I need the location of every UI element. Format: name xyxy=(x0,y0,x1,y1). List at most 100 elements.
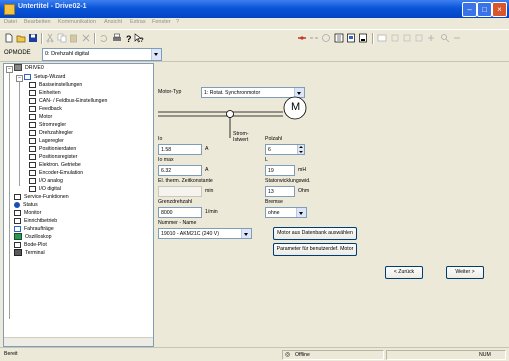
iomax-label: Io max xyxy=(158,157,174,163)
cut-icon[interactable] xyxy=(45,33,55,43)
tree-item-fahrauftraege[interactable]: Fahraufträge xyxy=(14,225,54,233)
drive-icon-1[interactable] xyxy=(390,33,400,43)
menu-ansicht[interactable]: Ansicht xyxy=(104,19,122,25)
grenzdrehzahl-unit: 1/min xyxy=(205,209,218,215)
page-icon xyxy=(29,137,36,144)
tree-item-can-feldbus[interactable]: CAN- / Feldbus-Einstellungen xyxy=(29,97,107,105)
tree-item-positionsregister[interactable]: Positionsregister xyxy=(29,153,77,161)
page-icon xyxy=(14,241,21,248)
drive-icon-3[interactable] xyxy=(414,33,424,43)
io-label: Io xyxy=(158,136,163,142)
grenzdrehzahl-label: Grenzdrehzahl xyxy=(158,199,193,205)
menu-fenster[interactable]: Fenster xyxy=(152,19,171,25)
search-drive-icon[interactable] xyxy=(440,33,450,43)
tree-item-encoder-emulation[interactable]: Encoder-Emulation xyxy=(29,169,83,177)
tree-item-lageregler[interactable]: Lageregler xyxy=(29,137,64,145)
stop-icon[interactable] xyxy=(321,33,331,43)
new-file-icon[interactable] xyxy=(4,33,14,43)
maximize-button[interactable]: □ xyxy=(477,2,492,17)
menu-datei[interactable]: Datei xyxy=(4,19,17,25)
tree-item-io-analog[interactable]: I/O analog xyxy=(29,177,63,185)
menu-bearbeiten[interactable]: Bearbeiten xyxy=(24,19,51,25)
tree-item-stromregler[interactable]: Stromregler xyxy=(29,121,66,129)
page-icon xyxy=(29,185,36,192)
tree-item-einrichtbetrieb[interactable]: Einrichtbetrieb xyxy=(14,217,57,225)
remove-drive-icon[interactable] xyxy=(452,33,462,43)
tree-item-positionierdaten[interactable]: Positionierdaten xyxy=(29,145,76,153)
chevron-down-icon[interactable] xyxy=(296,208,306,217)
tree-item-status[interactable]: Status xyxy=(14,201,38,209)
copy-icon[interactable] xyxy=(57,33,67,43)
tree-item-service-funktionen[interactable]: Service-Funktionen xyxy=(14,193,69,201)
motor-from-database-button[interactable]: Motor aus Datenbank auswählen xyxy=(273,227,357,240)
tree-item-einheiten[interactable]: Einheiten xyxy=(29,89,61,97)
menu-kommunikation[interactable]: Kommunikation xyxy=(58,19,96,25)
el-therm-field[interactable] xyxy=(158,186,202,197)
el-therm-unit: min xyxy=(205,188,214,194)
connect-icon[interactable] xyxy=(297,33,307,43)
open-folder-icon[interactable] xyxy=(16,33,26,43)
io-value: 1.58 xyxy=(161,146,172,153)
chevron-down-icon[interactable] xyxy=(241,229,251,238)
collapse-wizard-icon[interactable]: − xyxy=(16,75,23,82)
stator-unit: Ohm xyxy=(298,188,310,194)
tree-item-drehzahlregler[interactable]: Drehzahlregler xyxy=(29,129,73,137)
tree-item-feedback[interactable]: Feedback xyxy=(29,105,62,113)
tree-item-basiseinstellungen[interactable]: Basiseinstellungen xyxy=(29,81,82,89)
opmode-label: OPMODE xyxy=(4,50,31,56)
paste-icon[interactable] xyxy=(69,33,79,43)
undo-icon[interactable] xyxy=(98,33,108,43)
stator-field[interactable]: 13 xyxy=(265,186,295,197)
opmode-select[interactable]: 0: Drehzahl digital xyxy=(42,48,162,61)
custom-motor-parameters-button[interactable]: Parameter für benutzerdef. Motor xyxy=(273,243,357,256)
context-help-icon[interactable]: ? xyxy=(134,33,144,43)
help-icon[interactable]: ? xyxy=(124,33,134,43)
tree-item-oszilloskop[interactable]: Oszilloskop xyxy=(14,233,52,241)
page-icon xyxy=(29,169,36,176)
tree-item-bode-plot[interactable]: Bode-Plot xyxy=(14,241,47,249)
tree-item-elektron-getriebe[interactable]: Elektron. Getriebe xyxy=(29,161,81,169)
polzahl-value: 6 xyxy=(268,146,271,153)
save-icon[interactable] xyxy=(28,33,38,43)
delete-icon[interactable] xyxy=(81,33,91,43)
disconnect-icon[interactable] xyxy=(309,33,319,43)
stator-label: Statorwicklungswid. xyxy=(265,178,311,184)
io-field[interactable]: 1.58 xyxy=(158,144,202,155)
network-icon[interactable] xyxy=(377,33,387,43)
window-title: Untertitel - Drive02-1 xyxy=(18,3,87,10)
connection-icon: ◎ xyxy=(285,352,291,358)
toolbar: ? ? xyxy=(0,29,509,48)
parameter-list-icon[interactable] xyxy=(334,33,344,43)
tree-item-motor[interactable]: Motor xyxy=(29,113,52,121)
polzahl-field[interactable]: 6 xyxy=(265,144,305,155)
minimize-button[interactable]: – xyxy=(462,2,477,17)
add-drive-icon[interactable] xyxy=(426,33,436,43)
collapse-drive0-icon[interactable]: − xyxy=(6,66,13,73)
chevron-down-icon[interactable] xyxy=(151,49,161,60)
motor-settings-panel: Motor-Typ 1: Rotat. Synchronmotor M Stro… xyxy=(155,63,506,345)
next-button[interactable]: Weiter > xyxy=(446,266,484,279)
menu-help[interactable]: ? xyxy=(176,19,179,25)
bremse-select[interactable]: ohne xyxy=(265,207,307,218)
close-button[interactable]: × xyxy=(492,2,507,17)
l-field[interactable]: 19 xyxy=(265,165,295,176)
menu-extras[interactable]: Extras xyxy=(130,19,146,25)
back-button[interactable]: < Zurück xyxy=(385,266,423,279)
tree-item-io-digital[interactable]: I/O digital xyxy=(29,185,61,193)
l-unit: mH xyxy=(298,167,307,173)
tree-item-setup-wizard[interactable]: Setup-Wizard xyxy=(24,73,65,81)
drive-icon-2[interactable] xyxy=(402,33,412,43)
print-icon[interactable] xyxy=(112,33,122,43)
iomax-field[interactable]: 6.32 xyxy=(158,165,202,176)
info-icon xyxy=(14,201,20,208)
save-eeprom-icon[interactable] xyxy=(358,33,368,43)
polzahl-spinner[interactable] xyxy=(297,145,304,154)
tree-item-monitor[interactable]: Monitor xyxy=(14,209,41,217)
tree-item-terminal[interactable]: Terminal xyxy=(14,249,45,257)
tree-scrollbar[interactable] xyxy=(4,337,153,346)
document-icon[interactable] xyxy=(346,33,356,43)
terminal-icon xyxy=(14,249,22,257)
grenzdrehzahl-field[interactable]: 8000 xyxy=(158,207,202,218)
tree-item-drive0[interactable]: DRIVE0 xyxy=(14,64,44,72)
motor-number-select[interactable]: 19010 - AKM21C (240 V) xyxy=(158,228,252,239)
